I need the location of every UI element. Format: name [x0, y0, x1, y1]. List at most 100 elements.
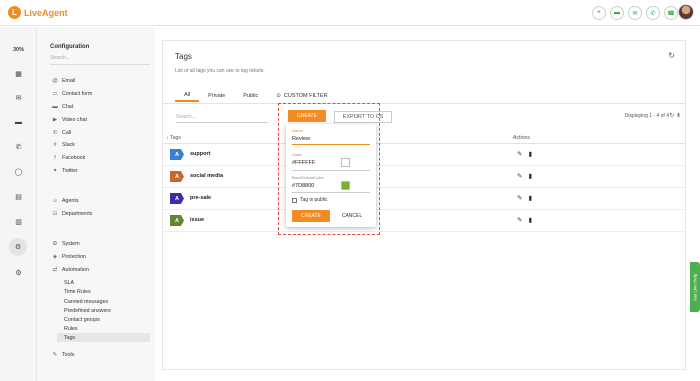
sidebar-item-tools[interactable]: ✎ Tools [51, 350, 75, 360]
trash-icon[interactable]: ▮ [528, 150, 532, 158]
create-tag-popup: Name Review Color #FFFFFF BackGroundColo… [286, 124, 376, 227]
liveagent-logo[interactable]: L LiveAgent [8, 6, 68, 19]
user-avatar[interactable] [678, 4, 694, 20]
plugins-icon[interactable]: ⚙ [8, 266, 29, 280]
sidebar-item-video-chat[interactable]: ▶ Video chat [51, 115, 87, 125]
tag-badge: A [170, 149, 184, 160]
sidebar-item-automation[interactable]: ⇄ Automation [51, 265, 89, 275]
bg-color-label: BackGroundColor [292, 175, 324, 180]
custom-filter-button[interactable]: ⊙ CUSTOM FILTER [267, 90, 336, 102]
page-title: Tags [175, 52, 192, 61]
shield-icon: ◈ [52, 254, 58, 260]
sidebar-item-call[interactable]: ✆ Call [51, 128, 71, 138]
refresh-filter-icons[interactable]: ↻ ⇟ [669, 112, 681, 119]
tag-badge: A [170, 193, 184, 204]
table-row[interactable]: A issue ✎ ▮ [163, 210, 685, 232]
sidebar-subitem-contact-groups[interactable]: Contact groups [64, 315, 100, 324]
trash-icon[interactable]: ▮ [528, 216, 532, 224]
color-swatch[interactable] [341, 158, 350, 167]
dashboard-icon[interactable]: ▦ [8, 67, 29, 81]
edit-icon[interactable]: ✎ [517, 194, 522, 202]
column-header-actions: Actions [513, 135, 531, 141]
popup-cancel-button[interactable]: CANCEL [334, 210, 370, 222]
checkbox-icon [292, 197, 297, 203]
tag-name: pre-sale [190, 195, 212, 201]
tag-badge: A [170, 171, 184, 182]
sidebar-item-facebook[interactable]: f Facebook [51, 153, 85, 163]
sidebar-subitem-canned-messages[interactable]: Canned messages [64, 297, 108, 306]
reports-icon[interactable]: ◯ [8, 165, 29, 179]
color-field[interactable]: #FFFFFF [292, 160, 315, 166]
name-label: Name [292, 128, 303, 133]
email-icon[interactable]: ✉ [628, 6, 642, 20]
edit-icon[interactable]: ✎ [517, 172, 522, 180]
phone-icon[interactable]: ✆ [646, 6, 660, 20]
sidebar-item-email[interactable]: @ Email [51, 76, 75, 86]
sidebar-item-twitter[interactable]: ✦ Twitter [51, 166, 78, 176]
tab-all[interactable]: All [175, 90, 200, 102]
sidebar-subitem-tags[interactable]: Tags [57, 333, 150, 342]
trash-icon[interactable]: ▮ [528, 172, 532, 180]
tag-name: social media [190, 173, 224, 179]
tabs-divider [163, 103, 685, 104]
sidebar-title: Configuration [50, 44, 90, 50]
tickets-icon[interactable]: ✉ [8, 91, 29, 105]
main-nav-rail: 30% ▦ ✉ ▬ ✆ ◯ ▤ ▥ ⚙ ⚙ [0, 27, 37, 381]
chat-icon[interactable]: ▬ [610, 6, 624, 20]
sidebar-item-agents[interactable]: ☺ Agents [51, 196, 78, 206]
logo-text: LiveAgent [24, 7, 68, 18]
sidebar-search-input[interactable]: Search... [50, 55, 150, 65]
contacts-icon[interactable]: ▤ [8, 190, 29, 204]
calls-icon[interactable]: ✆ [8, 140, 29, 154]
name-underline [292, 144, 370, 145]
form-icon: ▭ [52, 91, 58, 97]
tag-tabs: All Private Public ⊙ CUSTOM FILTER [175, 90, 337, 102]
sidebar-item-protection[interactable]: ◈ Protection [51, 252, 86, 262]
tag-public-checkbox[interactable]: Tag is public [292, 197, 328, 203]
table-row[interactable]: A social media ✎ ▮ [163, 166, 685, 188]
column-header-tags[interactable]: ↓ Tags [166, 133, 181, 143]
sidebar-subitem-time-rules[interactable]: Time Rules [64, 287, 91, 296]
wrench-icon: ✎ [52, 352, 58, 358]
displaying-count: Displaying 1 - 4 of 4 [624, 113, 669, 119]
logo-mark-icon: L [8, 6, 21, 19]
companies-icon[interactable]: ▥ [8, 215, 29, 229]
table-row[interactable]: A support ✎ ▮ [163, 144, 685, 166]
tab-public[interactable]: Public [234, 90, 267, 102]
sidebar-subitem-rules[interactable]: Rules [64, 324, 78, 333]
tag-search-input[interactable]: Search... [176, 112, 268, 123]
edit-icon[interactable]: ✎ [517, 150, 522, 158]
sidebar-item-contact-form[interactable]: ▭ Contact form [51, 89, 92, 99]
rail-percent: 30% [12, 47, 24, 53]
sidebar-item-slack[interactable]: # Slack [51, 140, 74, 150]
bg-color-underline [292, 192, 370, 193]
plus-circle-icon[interactable]: + [592, 6, 606, 20]
twitter-icon: ✦ [52, 168, 58, 174]
name-field[interactable]: Review [292, 136, 310, 142]
bg-color-field[interactable]: #7D8800 [292, 183, 314, 189]
table-row[interactable]: A pre-sale ✎ ▮ [163, 188, 685, 210]
tab-private[interactable]: Private [199, 90, 234, 102]
facebook-icon: f [54, 155, 56, 161]
edit-icon[interactable]: ✎ [517, 216, 522, 224]
chat-icon: ▬ [52, 104, 58, 110]
create-button[interactable]: CREATE [288, 110, 326, 122]
sidebar-subitem-predefined-answers[interactable]: Predefined answers [64, 306, 111, 315]
bg-color-swatch[interactable] [341, 181, 350, 190]
slack-icon: # [53, 142, 57, 148]
configuration-icon[interactable]: ⚙ [9, 238, 27, 256]
configuration-sidebar: Configuration Search... @ Email ▭ Contact … [37, 27, 155, 381]
call-icon[interactable]: ☎ [664, 6, 678, 20]
sidebar-subitem-sla[interactable]: SLA [64, 278, 74, 287]
live-help-tab[interactable]: Get Live Help [690, 262, 700, 312]
filter-icon: ⊙ [276, 93, 281, 99]
popup-create-button[interactable]: CREATE [292, 210, 330, 222]
video-icon: ▶ [52, 117, 58, 123]
trash-icon[interactable]: ▮ [528, 194, 532, 202]
top-bar: L LiveAgent + ▬ ✉ ✆ ☎ [0, 0, 700, 26]
refresh-icon[interactable]: ↻ [668, 51, 675, 60]
chat-icon[interactable]: ▬ [8, 115, 29, 129]
sidebar-item-departments[interactable]: ☷ Departments [51, 209, 93, 219]
sidebar-item-system[interactable]: ⚙ System [51, 239, 80, 249]
sidebar-item-chat[interactable]: ▬ Chat [51, 102, 73, 112]
